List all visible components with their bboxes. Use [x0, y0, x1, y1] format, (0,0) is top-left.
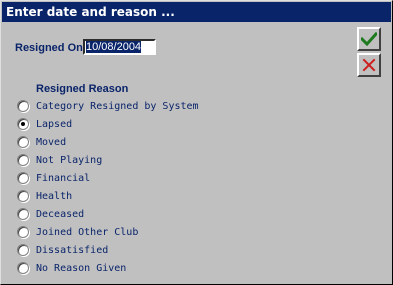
radio-button[interactable]: [17, 244, 29, 256]
reason-option-label: Deceased: [36, 208, 85, 220]
dialog-window: Enter date and reason ... Resigned On 10…: [0, 0, 393, 285]
reason-option[interactable]: Deceased: [17, 205, 199, 223]
reason-option[interactable]: Dissatisfied: [17, 241, 199, 259]
reason-option-label: Lapsed: [36, 118, 73, 130]
reason-option[interactable]: Moved: [17, 133, 199, 151]
reason-option[interactable]: No Reason Given: [17, 259, 199, 277]
reason-option-label: Moved: [36, 136, 67, 148]
reason-radio-group: Category Resigned by System Lapsed Moved…: [17, 97, 199, 277]
resigned-date-value: 10/08/2004: [86, 41, 142, 53]
reason-option-label: No Reason Given: [36, 262, 127, 274]
reason-option-label: Financial: [36, 172, 91, 184]
radio-button[interactable]: [17, 208, 29, 220]
reason-option-label: Not Playing: [36, 154, 103, 166]
reason-option-label: Joined Other Club: [36, 226, 139, 238]
reason-option[interactable]: Not Playing: [17, 151, 199, 169]
resigned-reason-label: Resigned Reason: [36, 83, 129, 95]
radio-button[interactable]: [17, 154, 29, 166]
resigned-on-label: Resigned On: [15, 42, 83, 54]
reason-option[interactable]: Category Resigned by System: [17, 97, 199, 115]
radio-button[interactable]: [17, 118, 29, 130]
reason-option-label: Dissatisfied: [36, 244, 109, 256]
radio-button[interactable]: [17, 226, 29, 238]
resigned-date-field[interactable]: 10/08/2004: [83, 39, 156, 55]
reason-option-label: Category Resigned by System: [36, 100, 199, 112]
check-icon: [361, 32, 377, 46]
x-icon: [362, 58, 376, 72]
radio-button[interactable]: [17, 190, 29, 202]
radio-button[interactable]: [17, 262, 29, 274]
reason-option[interactable]: Joined Other Club: [17, 223, 199, 241]
ok-button[interactable]: [357, 27, 381, 51]
title-bar[interactable]: Enter date and reason ...: [2, 2, 391, 22]
reason-option[interactable]: Lapsed: [17, 115, 199, 133]
window-title: Enter date and reason ...: [6, 5, 175, 19]
radio-button[interactable]: [17, 100, 29, 112]
reason-option-label: Health: [36, 190, 73, 202]
reason-option[interactable]: Financial: [17, 169, 199, 187]
reason-option[interactable]: Health: [17, 187, 199, 205]
cancel-button[interactable]: [357, 53, 381, 77]
radio-button[interactable]: [17, 136, 29, 148]
radio-button[interactable]: [17, 172, 29, 184]
